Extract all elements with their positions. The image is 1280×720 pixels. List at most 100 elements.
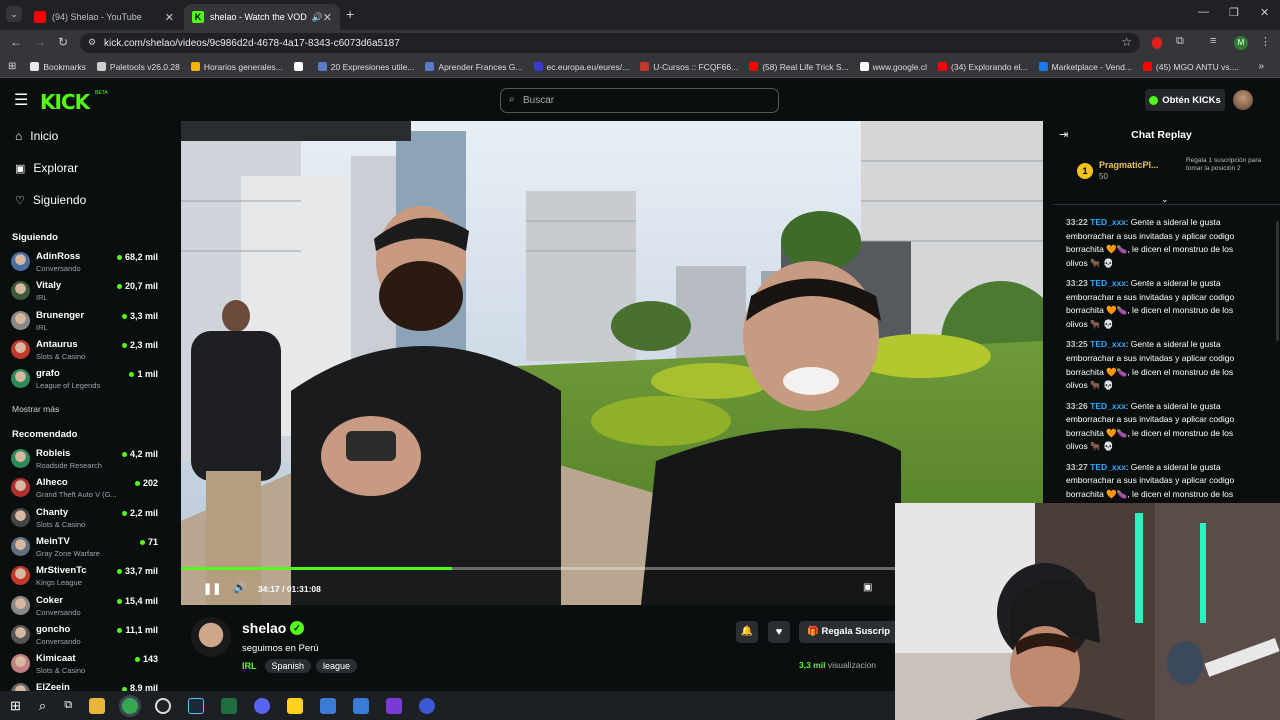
bookmark-item[interactable] [293,62,307,71]
notifications-button[interactable]: 🔔 [736,621,758,643]
search-input[interactable]: ⌕ Buscar [500,88,779,113]
show-more-link[interactable]: Mostrar más [12,404,59,414]
discord-icon[interactable] [254,697,271,714]
bookmark-item[interactable]: Bookmarks [30,62,86,72]
obs-icon[interactable] [155,697,172,714]
bookmark-item[interactable]: Horarios generales... [190,62,283,72]
viewer-count: 143 [135,654,158,664]
tab-list-icon[interactable]: ⌄ [6,6,22,22]
browser-tab-kick[interactable]: K shelao - Watch the VOD on 🔊 ✕ [184,4,340,30]
back-icon[interactable]: ← [10,35,22,49]
channel-row-goncho[interactable]: goncho Conversando 11,1 mil [11,621,161,649]
channel-row-chanty[interactable]: Chanty Slots & Casino 2,2 mil [11,504,161,532]
category-link[interactable]: IRL [242,661,257,671]
ea-app-icon[interactable] [419,697,436,714]
steam-icon[interactable] [188,697,205,714]
profile-avatar-icon[interactable]: M [1234,36,1248,50]
user-avatar[interactable] [1233,90,1253,110]
channel-row-meintv[interactable]: MeinTV Gray Zone Warfare 71 [11,533,161,561]
taskbar-search-icon[interactable]: ⌕ [39,698,46,714]
channel-row-antaurus[interactable]: Antaurus Slots & Casino 2,3 mil [11,336,161,364]
file-explorer-icon[interactable] [89,697,106,714]
new-tab-button[interactable]: + [346,6,354,22]
chrome-icon[interactable] [122,697,139,714]
channel-row-alheco[interactable]: Alheco Grand Theft Auto V (G... 202 [11,474,161,502]
tag-league[interactable]: league [316,659,358,673]
channel-name: Alheco [36,477,68,489]
extension-red-icon[interactable] [1152,37,1162,49]
tag-spanish[interactable]: Spanish [264,659,312,673]
message-time: 33:25 [1066,339,1088,350]
url-bar[interactable]: ⚙ kick.com/shelao/videos/9c986d2d-4678-4… [80,33,1140,53]
minimize-button[interactable]: — [1198,6,1209,18]
bookmark-star-icon[interactable]: ☆ [1121,35,1132,49]
bookmark-item[interactable]: U-Cursos :: FCQF66... [640,62,738,72]
volume-icon[interactable]: 🔊 [233,581,247,594]
browser-menu-icon[interactable]: ⋮ [1260,35,1271,48]
channel-category: Gray Zone Warfare [36,548,100,558]
bookmark-item[interactable]: (58) Real Life Trick S... [749,62,849,72]
channel-row-adinross[interactable]: AdinRoss Conversando 68,2 mil [11,248,161,276]
bookmark-item[interactable]: (34) Explorando el... [938,62,1028,72]
channel-name[interactable]: shelao [242,620,286,636]
get-kicks-button[interactable]: Obtén KICKs [1145,89,1225,111]
close-tab-icon[interactable]: ✕ [323,11,332,24]
speaker-icon[interactable]: 🔊 [312,12,323,23]
bookmark-item[interactable]: www.google.cl [859,62,927,72]
nav-siguiendo[interactable]: ♡ Siguiendo [15,193,86,207]
message-username[interactable]: TED_xxx [1090,401,1126,411]
nav-inicio[interactable]: ⌂ Inicio [15,129,58,143]
channel-category: Slots & Casino [36,519,86,529]
bookmark-label: Paletools v26.0.28 [109,61,180,72]
bookmark-item[interactable]: Marketplace - Vend... [1038,62,1132,72]
kick-logo[interactable]: KICK [40,90,90,114]
channel-row-vitaly[interactable]: Vitaly IRL 20,7 mil [11,277,161,305]
message-username[interactable]: TED_xxx [1090,339,1126,349]
browser-tab-youtube[interactable]: (94) Shelao - YouTube ✕ [26,4,182,30]
pause-icon[interactable]: ❚❚ [203,582,221,595]
channel-avatar[interactable] [191,617,231,657]
bookmark-item[interactable]: ec.europa.eu/eures/... [533,62,629,72]
pinned-gifter[interactable]: 1 PragmaticPl... 50 Regala 1 suscripción… [1077,157,1272,193]
channel-row-robleis[interactable]: Robleis Roadside Research 4,2 mil [11,445,161,473]
message-username[interactable]: TED_xxx [1090,278,1126,288]
message-username[interactable]: TED_xxx [1090,462,1126,472]
theater-mode-icon[interactable]: ▣ [863,582,872,593]
site-info-icon[interactable]: ⚙ [88,37,96,48]
channel-row-brunenger[interactable]: Brunenger IRL 3,3 mil [11,307,161,335]
message-username[interactable]: TED_xxx [1090,217,1126,227]
windows-start-icon[interactable]: ⊞ [10,698,21,714]
maximize-button[interactable]: ❐ [1229,6,1239,19]
bookmark-item[interactable]: Paletools v26.0.28 [96,61,180,72]
follow-heart-button[interactable]: ♥ [768,621,790,643]
channel-row-kimicaat[interactable]: Kimicaat Slots & Casino 143 [11,650,161,678]
close-tab-icon[interactable]: ✕ [165,11,174,24]
forward-icon[interactable]: → [34,35,46,49]
calendar-icon[interactable] [320,697,337,714]
viewer-count: 3,3 mil [122,311,158,321]
extensions-puzzle-icon[interactable]: ⧉ [1176,35,1184,48]
bookmark-item[interactable]: 20 Expresiones utile... [317,62,414,72]
youtube-favicon-icon [34,11,46,23]
close-window-button[interactable]: ✕ [1260,6,1269,19]
channel-row-grafo[interactable]: grafo League of Legends 1 mil [11,365,161,393]
hamburger-menu-icon[interactable]: ☰ [14,90,28,110]
nav-explorar[interactable]: ▣ Explorar [15,161,78,175]
more-bookmarks-icon[interactable]: » [1258,61,1264,72]
excel-icon[interactable] [221,697,238,714]
gift-sub-button[interactable]: 🎁 Regala Suscrip [799,621,901,643]
channel-row-mrstiventc[interactable]: MrStivenTc Kings League 33,7 mil [11,562,161,590]
browser-toolbar: ← → ↻ ⚙ kick.com/shelao/videos/9c986d2d-… [0,30,1280,56]
media-queue-icon[interactable]: ≡ [1210,35,1216,47]
bookmark-item[interactable]: (45) MGO ANTU vs.... [1142,62,1239,72]
progress-bar[interactable] [181,567,901,570]
chat-scrollbar[interactable] [1276,221,1279,341]
game-app-icon[interactable] [386,697,403,714]
task-view-icon[interactable]: ⧉ [64,699,72,712]
channel-row-coker[interactable]: Coker Conversando 15,4 mil [11,592,161,620]
apps-grid-icon[interactable]: ⊞ [8,61,16,72]
reload-icon[interactable]: ↻ [58,35,68,49]
notes-icon[interactable] [287,697,304,714]
calculator-icon[interactable] [353,697,370,714]
bookmark-item[interactable]: Aprender Frances G... [425,62,523,72]
